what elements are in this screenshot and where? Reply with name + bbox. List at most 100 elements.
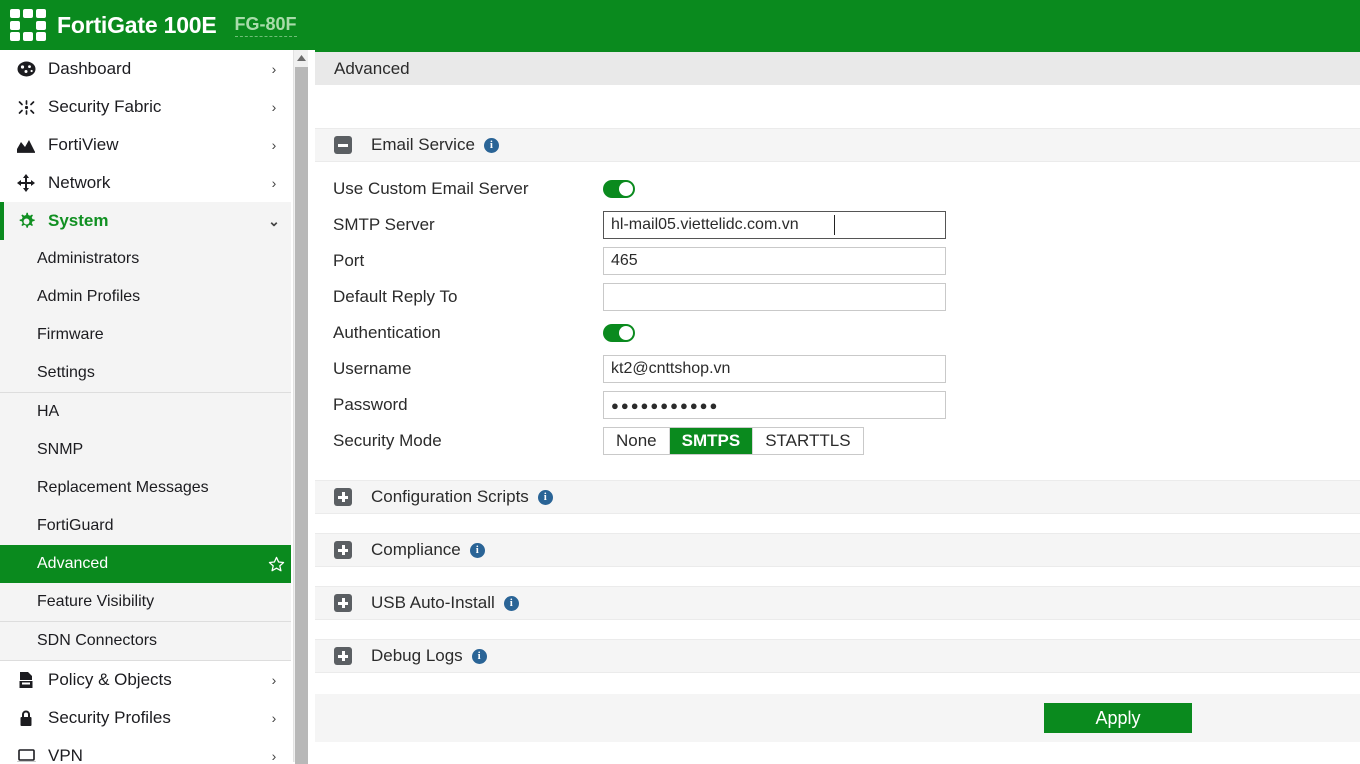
- sidebar-item-network[interactable]: Network ›: [0, 164, 291, 202]
- section-title: USB Auto-Install: [371, 593, 495, 612]
- chevron-right-icon: ›: [271, 137, 277, 153]
- sidebar-item-firmware[interactable]: Firmware: [0, 316, 291, 354]
- sidebar-subitem-label: SNMP: [37, 441, 84, 458]
- sidebar-item-label: Security Profiles: [48, 708, 171, 727]
- sidebar-item-security-profiles[interactable]: Security Profiles ›: [0, 699, 291, 737]
- use-custom-email-server-toggle[interactable]: [603, 180, 635, 198]
- sidebar-subitem-label: Settings: [37, 364, 95, 381]
- apply-button[interactable]: Apply: [1044, 703, 1192, 733]
- chevron-right-icon: ›: [271, 61, 277, 77]
- info-icon[interactable]: i: [483, 137, 499, 153]
- port-input[interactable]: [603, 247, 946, 275]
- gear-icon: [14, 212, 38, 230]
- sidebar-item-label: Policy & Objects: [48, 670, 172, 689]
- field-row-authentication: Authentication: [315, 315, 1360, 351]
- chevron-right-icon: ›: [271, 672, 277, 688]
- security-mode-option-none[interactable]: None: [604, 428, 670, 454]
- authentication-toggle[interactable]: [603, 324, 635, 342]
- sidebar-item-label: Security Fabric: [48, 97, 162, 116]
- security-mode-option-starttls[interactable]: STARTTLS: [753, 428, 862, 454]
- sidebar-item-label: System: [48, 211, 109, 230]
- sidebar-item-ha[interactable]: HA: [0, 393, 291, 431]
- sidebar-item-fortiguard[interactable]: FortiGuard: [0, 507, 291, 545]
- smtp-server-input[interactable]: [603, 211, 946, 239]
- sidebar-subitem-label: Firmware: [37, 326, 104, 343]
- section-header-configuration-scripts[interactable]: Configuration Scripts i: [315, 480, 1360, 514]
- sidebar-item-replacement-messages[interactable]: Replacement Messages: [0, 469, 291, 507]
- section-title: Configuration Scripts: [371, 487, 529, 506]
- area-chart-icon: [14, 136, 38, 154]
- star-outline-icon[interactable]: [261, 556, 291, 573]
- sidebar-item-vpn[interactable]: VPN ›: [0, 737, 291, 762]
- default-reply-to-input[interactable]: [603, 283, 946, 311]
- username-input[interactable]: [603, 355, 946, 383]
- document-icon: [14, 671, 38, 689]
- move-arrows-icon: [14, 174, 38, 192]
- password-input[interactable]: [603, 391, 946, 419]
- sidebar-subitem-label: Administrators: [37, 250, 140, 267]
- field-row-smtp-server: SMTP Server: [315, 207, 1360, 243]
- field-label: Use Custom Email Server: [333, 179, 529, 198]
- sidebar-item-dashboard[interactable]: Dashboard ›: [0, 50, 291, 88]
- field-label: SMTP Server: [333, 215, 435, 234]
- minus-square-icon[interactable]: [334, 136, 352, 154]
- section-gap: [315, 620, 1360, 639]
- sidebar-subitem-label: Admin Profiles: [37, 288, 141, 305]
- field-label: Port: [333, 251, 365, 270]
- sidebar-item-fortiview[interactable]: FortiView ›: [0, 126, 291, 164]
- info-icon[interactable]: i: [469, 542, 485, 558]
- plus-square-icon[interactable]: [334, 488, 352, 506]
- section-header-debug-logs[interactable]: Debug Logs i: [315, 639, 1360, 673]
- info-icon[interactable]: i: [503, 595, 519, 611]
- sidebar-item-policy-objects[interactable]: Policy & Objects ›: [0, 661, 291, 699]
- sidebar-scrollbar[interactable]: [293, 50, 308, 764]
- security-mode-option-smtps[interactable]: SMTPS: [669, 428, 754, 454]
- sidebar-subitem-label: Advanced: [37, 555, 109, 572]
- sidebar-subitem-label: Replacement Messages: [37, 479, 209, 496]
- chevron-down-icon: ⌄: [268, 212, 280, 229]
- plus-square-icon[interactable]: [334, 647, 352, 665]
- sidebar-item-label: VPN: [48, 746, 83, 762]
- field-row-password: Password: [315, 387, 1360, 423]
- main-content: Advanced Email Service i Use Custom Emai…: [315, 50, 1360, 762]
- scroll-up-arrow-icon[interactable]: [294, 50, 308, 66]
- info-icon[interactable]: i: [537, 489, 553, 505]
- gauge-icon: [14, 60, 38, 78]
- sidebar-item-advanced[interactable]: Advanced: [0, 545, 291, 583]
- sidebar-item-snmp[interactable]: SNMP: [0, 431, 291, 469]
- chevron-right-icon: ›: [271, 748, 277, 762]
- sidebar-item-security-fabric[interactable]: Security Fabric ›: [0, 88, 291, 126]
- monitor-icon: [14, 747, 38, 762]
- section-gap: [315, 567, 1360, 586]
- device-name[interactable]: FG-80F: [234, 14, 297, 37]
- section-header-usb-auto-install[interactable]: USB Auto-Install i: [315, 586, 1360, 620]
- starburst-icon: [14, 98, 38, 116]
- sidebar-item-settings[interactable]: Settings: [0, 354, 291, 392]
- section-title: Debug Logs: [371, 646, 463, 665]
- chevron-right-icon: ›: [271, 710, 277, 726]
- info-icon[interactable]: i: [471, 648, 487, 664]
- advanced-settings-form: Email Service i Use Custom Email Server …: [315, 85, 1360, 762]
- sidebar-item-administrators[interactable]: Administrators: [0, 240, 291, 278]
- field-label: Security Mode: [333, 431, 442, 450]
- field-label: Authentication: [333, 323, 441, 342]
- page-title: Advanced: [315, 52, 1360, 85]
- field-label: Username: [333, 359, 412, 378]
- section-header-compliance[interactable]: Compliance i: [315, 533, 1360, 567]
- section-gap: [315, 469, 1360, 480]
- sidebar-item-label: Network: [48, 173, 111, 192]
- field-row-port: Port: [315, 243, 1360, 279]
- form-footer: Apply: [315, 694, 1360, 742]
- sidebar-subitem-label: FortiGuard: [37, 517, 114, 534]
- chevron-right-icon: ›: [271, 99, 277, 115]
- section-title: Email Service: [371, 135, 475, 154]
- sidebar-subitem-label: HA: [37, 403, 60, 420]
- plus-square-icon[interactable]: [334, 594, 352, 612]
- sidebar-item-admin-profiles[interactable]: Admin Profiles: [0, 278, 291, 316]
- sidebar-item-system[interactable]: System ⌄: [0, 202, 291, 240]
- scrollbar-thumb[interactable]: [295, 67, 308, 764]
- plus-square-icon[interactable]: [334, 541, 352, 559]
- sidebar-item-sdn-connectors[interactable]: SDN Connectors: [0, 622, 291, 660]
- sidebar-item-feature-visibility[interactable]: Feature Visibility: [0, 583, 291, 621]
- section-header-email-service[interactable]: Email Service i: [315, 128, 1360, 162]
